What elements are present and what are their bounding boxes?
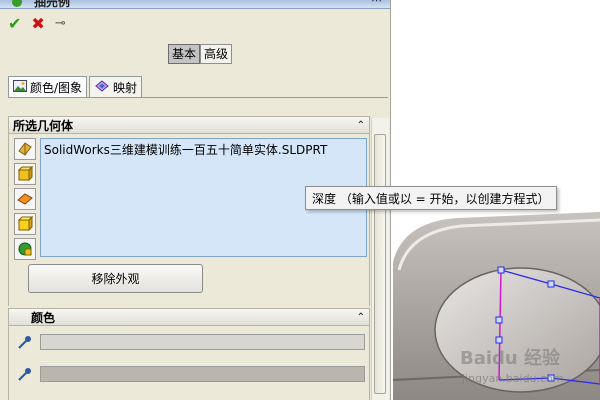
cancel-x-icon[interactable]: ✖ [31, 16, 44, 32]
sketch-point[interactable] [495, 316, 503, 324]
mode-basic-button[interactable]: 基本 [168, 44, 201, 64]
panel-titlebar: 抽売例 ⋯ [0, 0, 390, 9]
eyedropper-icon[interactable] [14, 364, 36, 384]
surface-filter-icon[interactable] [14, 238, 36, 260]
tab-color-image-label: 颜色/图象 [30, 81, 83, 95]
face-filter-icon[interactable] [14, 188, 36, 210]
collapse-chevron-icon[interactable]: ⌃ [357, 120, 365, 131]
color-header[interactable]: 颜色 ⌃ [8, 308, 370, 326]
selected-geometry-title: 所选几何体 [13, 118, 74, 133]
body-filter-icon[interactable] [14, 163, 36, 185]
image-icon [13, 80, 27, 95]
ok-check-icon[interactable]: ✔ [8, 16, 21, 32]
tab-color-image[interactable]: 颜色/图象 [8, 76, 88, 98]
more-options-icon[interactable]: ⋯ [371, 0, 382, 7]
depth-tooltip: 深度 （输入值或以 = 开始，以创建方程式） [305, 186, 557, 210]
color-swatch-primary[interactable] [40, 334, 365, 350]
feature-icon [12, 0, 22, 7]
sketch-point[interactable] [547, 280, 555, 288]
watermark-url: jingyan.baidu.com [462, 372, 564, 385]
color-row-primary [14, 331, 368, 353]
mode-advanced-button[interactable]: 高级 [200, 44, 233, 64]
sketch-point[interactable] [497, 266, 505, 274]
selected-geometry-header[interactable]: 所选几何体 ⌃ [8, 116, 370, 134]
scrollbar-thumb[interactable] [374, 134, 386, 394]
tab-divider [8, 97, 388, 98]
tab-bar: 颜色/图象 映射 [8, 76, 143, 98]
color-title: 颜色 [31, 310, 56, 325]
selection-filter-icons [14, 138, 38, 260]
panel-title: 抽売例 [34, 0, 71, 9]
pushpin-icon[interactable]: ⊸ [55, 16, 66, 32]
eyedropper-icon[interactable] [14, 332, 36, 352]
color-swatch-secondary[interactable] [40, 366, 365, 382]
feature-filter-icon[interactable] [14, 213, 36, 235]
color-row-secondary [14, 363, 368, 385]
part-filter-icon[interactable] [14, 138, 36, 160]
collapse-chevron-icon[interactable]: ⌃ [357, 312, 365, 323]
list-item[interactable]: SolidWorks三维建模训练一百五十简单实体.SLDPRT [44, 141, 363, 158]
mapping-icon [94, 79, 110, 95]
panel-scrollbar[interactable] [371, 118, 389, 400]
tab-mapping[interactable]: 映射 [89, 76, 143, 97]
sketch-point[interactable] [495, 336, 503, 344]
remove-appearance-button[interactable]: 移除外观 [28, 264, 203, 293]
mode-toggle: 基本 高级 [168, 44, 233, 64]
tab-mapping-label: 映射 [113, 80, 138, 95]
action-bar: ✔ ✖ ⊸ [8, 14, 66, 34]
watermark-logo: Baidu 经验 [460, 348, 561, 369]
